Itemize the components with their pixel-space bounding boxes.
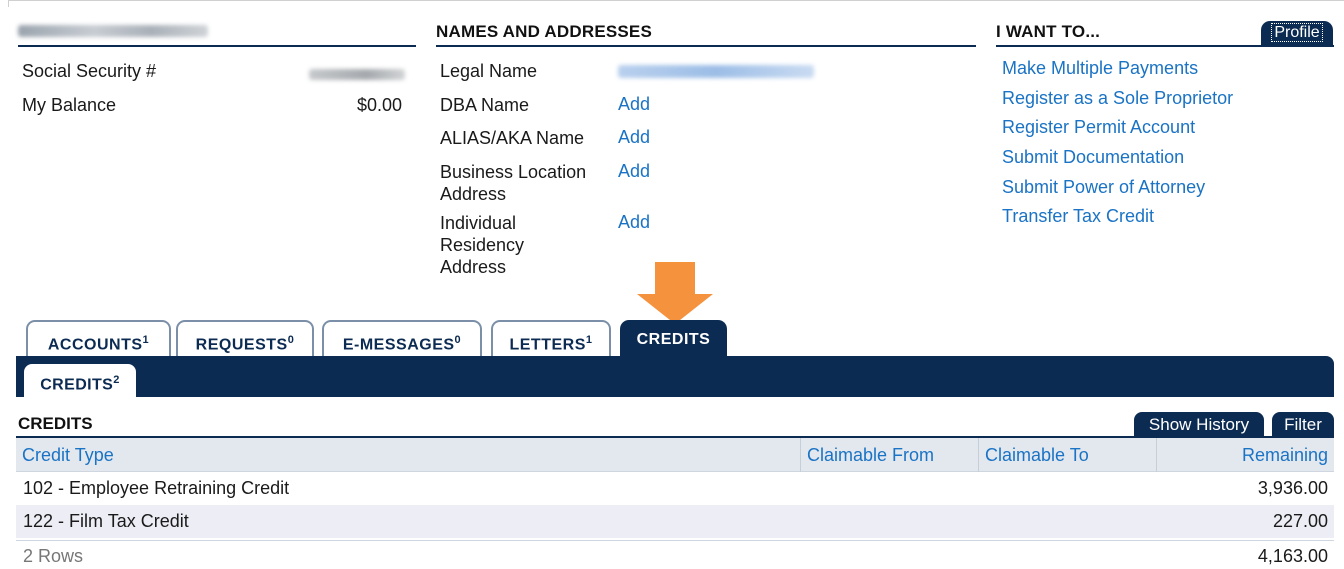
account-holder-name [18,22,416,47]
link-transfer-tax-credit[interactable]: Transfer Tax Credit [1002,206,1154,227]
table-row[interactable]: 122 - Film Tax Credit 227.00 [16,505,1334,538]
credit-type-cell: 102 - Employee Retraining Credit [23,478,290,498]
credits-table-header: Credit Type Claimable From Claimable To … [16,438,1334,472]
legal-name-link[interactable] [618,62,814,83]
subtab-bar: CREDITS2 [16,356,1334,397]
profile-button[interactable]: Profile [1261,21,1333,45]
remaining-cell: 3,936.00 [1257,478,1328,498]
residency-add-link[interactable]: Add [618,212,650,233]
link-register-permit-account[interactable]: Register Permit Account [1002,117,1195,138]
tab-letters[interactable]: LETTERS1 [491,320,611,357]
residency-address-label: Individual Residency Address [440,213,525,277]
business-location-label: Business Location Address [440,162,587,204]
alias-label: ALIAS/AKA Name [440,128,585,148]
subtab-credits[interactable]: CREDITS2 [24,364,136,397]
col-claimable-from[interactable]: Claimable From [800,438,978,472]
col-remaining[interactable]: Remaining [1156,438,1334,472]
legal-name-label: Legal Name [440,61,538,81]
show-history-button[interactable]: Show History [1134,412,1264,437]
tab-accounts[interactable]: ACCOUNTS1 [26,320,171,357]
pointer-arrow-icon [655,262,695,296]
table-footer: 2 Rows 4,163.00 [16,540,1334,569]
credit-type-cell: 122 - Film Tax Credit [23,511,189,531]
link-make-multiple-payments[interactable]: Make Multiple Payments [1002,58,1198,79]
blurred-name [18,25,208,37]
ssn-label: Social Security # [22,61,157,81]
balance-value: $0.00 [357,95,403,115]
link-submit-documentation[interactable]: Submit Documentation [1002,147,1184,168]
page-frame [8,0,1344,7]
table-row[interactable]: 102 - Employee Retraining Credit 3,936.0… [16,472,1334,505]
remaining-cell: 227.00 [1272,511,1328,531]
dba-name-label: DBA Name [440,95,530,115]
dba-add-link[interactable]: Add [618,94,650,115]
ssn-value [309,64,405,85]
col-claimable-to[interactable]: Claimable To [978,438,1156,472]
tab-e-messages[interactable]: E-MESSAGES0 [322,320,482,357]
tab-credits[interactable]: CREDITS [620,320,727,357]
balance-label: My Balance [22,95,117,115]
names-addresses-heading: NAMES AND ADDRESSES [436,22,976,47]
total-remaining: 4,163.00 [1257,546,1328,566]
business-location-add-link[interactable]: Add [618,161,650,182]
col-credit-type[interactable]: Credit Type [16,438,800,472]
link-register-sole-proprietor[interactable]: Register as a Sole Proprietor [1002,88,1233,109]
link-submit-power-of-attorney[interactable]: Submit Power of Attorney [1002,177,1205,198]
alias-add-link[interactable]: Add [618,127,650,148]
tab-requests[interactable]: REQUESTS0 [176,320,314,357]
filter-button[interactable]: Filter [1272,412,1334,437]
credits-heading: CREDITS [18,414,93,433]
row-count: 2 Rows [23,546,84,566]
